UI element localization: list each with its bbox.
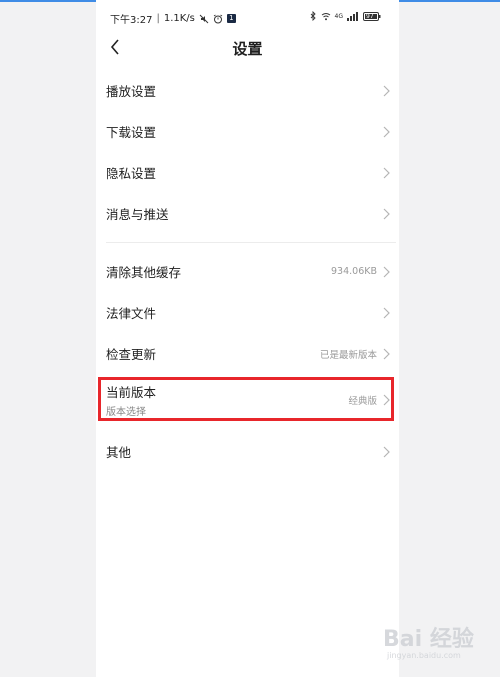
alarm-icon — [213, 14, 223, 24]
chevron-right-icon — [381, 266, 391, 278]
status-separator: | — [156, 13, 160, 24]
settings-item-label: 其他 — [106, 445, 132, 460]
bluetooth-icon — [310, 11, 317, 21]
battery-icon: 97 — [363, 11, 381, 21]
settings-item-privacy[interactable]: 隐私设置 — [96, 152, 399, 193]
settings-item-other[interactable]: 其他 — [96, 431, 399, 472]
page-title: 设置 — [232, 40, 263, 58]
settings-item-playback[interactable]: 播放设置 — [96, 70, 399, 111]
signal-icon — [347, 11, 359, 21]
chevron-right-icon — [381, 167, 391, 179]
chevron-right-icon — [381, 394, 391, 406]
version-label-stack: 当前版本 版本选择 — [106, 382, 348, 418]
mute-icon — [199, 14, 209, 24]
settings-item-check-update[interactable]: 检查更新 已是最新版本 — [96, 333, 399, 374]
version-value: 经典版 — [348, 396, 377, 407]
status-speed: 1.1K/s — [163, 13, 195, 24]
settings-item-label: 播放设置 — [106, 84, 157, 99]
settings-item-legal[interactable]: 法律文件 — [96, 292, 399, 333]
status-time: 下午3:27 — [110, 15, 153, 26]
settings-item-label: 清除其他缓存 — [106, 265, 182, 280]
status-bar: 下午3:27 | 1.1K/s 1 4G 97 — [96, 8, 399, 26]
phone-screen: 下午3:27 | 1.1K/s 1 4G 97 设置 播放设置 下载设置 隐私设… — [96, 0, 399, 677]
settings-item-sublabel: 版本选择 — [106, 407, 146, 418]
chevron-right-icon — [381, 446, 391, 458]
status-left: 下午3:27 | 1.1K/s 1 — [110, 11, 236, 26]
battery-level: 97 — [366, 12, 374, 20]
watermark-url: jingyan.baidu.com — [387, 651, 461, 660]
settings-item-download[interactable]: 下载设置 — [96, 111, 399, 152]
settings-item-label: 检查更新 — [106, 347, 157, 362]
chevron-right-icon — [381, 126, 391, 138]
section-divider — [106, 242, 396, 243]
chevron-right-icon — [381, 307, 391, 319]
wifi-icon — [321, 12, 331, 21]
watermark: Bai 经验 jingyan.baidu.com — [383, 621, 493, 669]
settings-item-label: 隐私设置 — [106, 166, 157, 181]
status-right: 4G 97 — [310, 11, 381, 21]
watermark-brand: Bai 经验 — [383, 627, 474, 652]
settings-item-notifications[interactable]: 消息与推送 — [96, 193, 399, 234]
settings-item-label: 当前版本 — [106, 385, 157, 400]
settings-item-clear-cache[interactable]: 清除其他缓存 934.06KB — [96, 251, 399, 292]
chevron-right-icon — [381, 85, 391, 97]
network-type: 4G — [334, 12, 343, 20]
app-notification-icon: 1 — [226, 14, 236, 23]
settings-item-current-version[interactable]: 当前版本 版本选择 经典版 — [96, 380, 399, 420]
chevron-right-icon — [381, 208, 391, 220]
update-status-value: 已是最新版本 — [319, 349, 377, 361]
settings-item-label: 法律文件 — [106, 306, 157, 321]
chevron-right-icon — [381, 348, 391, 360]
settings-item-label: 消息与推送 — [106, 207, 169, 222]
nav-header: 设置 — [96, 30, 399, 66]
cache-size-value: 934.06KB — [331, 266, 377, 277]
settings-item-label: 下载设置 — [106, 125, 157, 140]
